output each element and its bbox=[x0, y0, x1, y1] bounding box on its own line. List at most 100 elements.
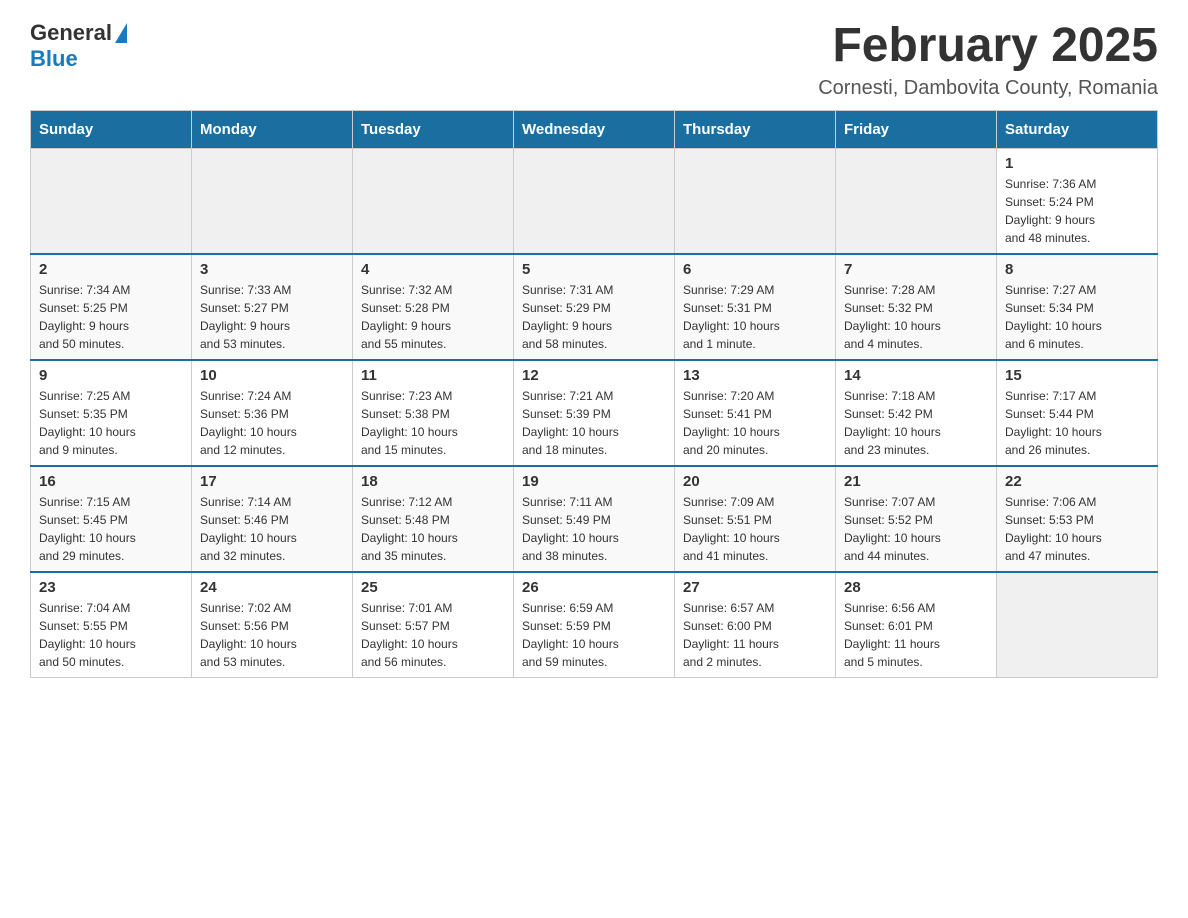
day-number: 21 bbox=[844, 473, 988, 490]
day-number: 10 bbox=[200, 367, 344, 384]
calendar-cell: 10 Sunrise: 7:24 AM Sunset: 5:36 PM Dayli… bbox=[192, 360, 353, 466]
day-info: Sunrise: 7:15 AM Sunset: 5:45 PM Dayligh… bbox=[39, 493, 183, 565]
day-info: Sunrise: 7:14 AM Sunset: 5:46 PM Dayligh… bbox=[200, 493, 344, 565]
day-info: Sunrise: 7:12 AM Sunset: 5:48 PM Dayligh… bbox=[361, 493, 505, 565]
day-of-week-header: Tuesday bbox=[353, 110, 514, 148]
day-info: Sunrise: 7:31 AM Sunset: 5:29 PM Dayligh… bbox=[522, 281, 666, 353]
day-number: 20 bbox=[683, 473, 827, 490]
calendar-cell: 24 Sunrise: 7:02 AM Sunset: 5:56 PM Dayli… bbox=[192, 572, 353, 678]
day-number: 9 bbox=[39, 367, 183, 384]
calendar-cell: 13 Sunrise: 7:20 AM Sunset: 5:41 PM Dayli… bbox=[675, 360, 836, 466]
day-info: Sunrise: 6:57 AM Sunset: 6:00 PM Dayligh… bbox=[683, 599, 827, 671]
day-info: Sunrise: 7:28 AM Sunset: 5:32 PM Dayligh… bbox=[844, 281, 988, 353]
day-info: Sunrise: 7:18 AM Sunset: 5:42 PM Dayligh… bbox=[844, 387, 988, 459]
day-info: Sunrise: 7:32 AM Sunset: 5:28 PM Dayligh… bbox=[361, 281, 505, 353]
day-number: 13 bbox=[683, 367, 827, 384]
day-info: Sunrise: 7:07 AM Sunset: 5:52 PM Dayligh… bbox=[844, 493, 988, 565]
day-number: 22 bbox=[1005, 473, 1149, 490]
day-of-week-header: Friday bbox=[836, 110, 997, 148]
day-number: 24 bbox=[200, 579, 344, 596]
day-number: 4 bbox=[361, 261, 505, 278]
calendar-cell: 22Sunrise: 7:06 AM Sunset: 5:53 PM Dayli… bbox=[997, 466, 1158, 572]
calendar-cell: 7 Sunrise: 7:28 AM Sunset: 5:32 PM Daylig… bbox=[836, 254, 997, 360]
day-number: 3 bbox=[200, 261, 344, 278]
day-number: 19 bbox=[522, 473, 666, 490]
calendar-week-row: 16Sunrise: 7:15 AM Sunset: 5:45 PM Dayli… bbox=[31, 466, 1158, 572]
calendar-cell: 4 Sunrise: 7:32 AM Sunset: 5:28 PM Daylig… bbox=[353, 254, 514, 360]
day-number: 27 bbox=[683, 579, 827, 596]
day-info: Sunrise: 7:27 AM Sunset: 5:34 PM Dayligh… bbox=[1005, 281, 1149, 353]
day-info: Sunrise: 7:25 AM Sunset: 5:35 PM Dayligh… bbox=[39, 387, 183, 459]
calendar-cell: 16Sunrise: 7:15 AM Sunset: 5:45 PM Dayli… bbox=[31, 466, 192, 572]
calendar-cell: 1 Sunrise: 7:36 AM Sunset: 5:24 PM Daylig… bbox=[997, 148, 1158, 254]
day-info: Sunrise: 7:33 AM Sunset: 5:27 PM Dayligh… bbox=[200, 281, 344, 353]
day-info: Sunrise: 7:36 AM Sunset: 5:24 PM Dayligh… bbox=[1005, 175, 1149, 247]
calendar-cell bbox=[675, 148, 836, 254]
day-number: 7 bbox=[844, 261, 988, 278]
day-number: 8 bbox=[1005, 261, 1149, 278]
logo-blue-text: Blue bbox=[30, 46, 78, 71]
calendar-cell bbox=[836, 148, 997, 254]
day-of-week-header: Monday bbox=[192, 110, 353, 148]
calendar-cell: 26 Sunrise: 6:59 AM Sunset: 5:59 PM Dayli… bbox=[514, 572, 675, 678]
day-number: 23 bbox=[39, 579, 183, 596]
calendar-cell bbox=[514, 148, 675, 254]
day-info: Sunrise: 7:21 AM Sunset: 5:39 PM Dayligh… bbox=[522, 387, 666, 459]
calendar-cell bbox=[997, 572, 1158, 678]
day-info: Sunrise: 7:11 AM Sunset: 5:49 PM Dayligh… bbox=[522, 493, 666, 565]
calendar-cell bbox=[31, 148, 192, 254]
calendar-subtitle: Cornesti, Dambovita County, Romania bbox=[818, 77, 1158, 100]
logo: General Blue bbox=[30, 20, 127, 72]
day-of-week-header: Saturday bbox=[997, 110, 1158, 148]
calendar-cell: 19 Sunrise: 7:11 AM Sunset: 5:49 PM Dayli… bbox=[514, 466, 675, 572]
calendar-cell bbox=[353, 148, 514, 254]
day-number: 5 bbox=[522, 261, 666, 278]
day-number: 1 bbox=[1005, 155, 1149, 172]
day-number: 17 bbox=[200, 473, 344, 490]
day-of-week-header: Sunday bbox=[31, 110, 192, 148]
calendar-cell bbox=[192, 148, 353, 254]
page-header: General Blue February 2025 Cornesti, Dam… bbox=[30, 20, 1158, 100]
day-info: Sunrise: 7:34 AM Sunset: 5:25 PM Dayligh… bbox=[39, 281, 183, 353]
day-info: Sunrise: 7:20 AM Sunset: 5:41 PM Dayligh… bbox=[683, 387, 827, 459]
logo-general-text: General bbox=[30, 20, 112, 46]
calendar-title: February 2025 bbox=[818, 20, 1158, 73]
day-number: 12 bbox=[522, 367, 666, 384]
day-number: 26 bbox=[522, 579, 666, 596]
day-number: 14 bbox=[844, 367, 988, 384]
day-info: Sunrise: 7:02 AM Sunset: 5:56 PM Dayligh… bbox=[200, 599, 344, 671]
header-row: SundayMondayTuesdayWednesdayThursdayFrid… bbox=[31, 110, 1158, 148]
day-info: Sunrise: 7:04 AM Sunset: 5:55 PM Dayligh… bbox=[39, 599, 183, 671]
day-info: Sunrise: 7:29 AM Sunset: 5:31 PM Dayligh… bbox=[683, 281, 827, 353]
calendar-week-row: 23 Sunrise: 7:04 AM Sunset: 5:55 PM Dayli… bbox=[31, 572, 1158, 678]
day-number: 6 bbox=[683, 261, 827, 278]
calendar-cell: 20Sunrise: 7:09 AM Sunset: 5:51 PM Dayli… bbox=[675, 466, 836, 572]
calendar-cell: 18 Sunrise: 7:12 AM Sunset: 5:48 PM Dayli… bbox=[353, 466, 514, 572]
calendar-cell: 15Sunrise: 7:17 AM Sunset: 5:44 PM Dayli… bbox=[997, 360, 1158, 466]
calendar-cell: 14 Sunrise: 7:18 AM Sunset: 5:42 PM Dayli… bbox=[836, 360, 997, 466]
calendar-cell: 28Sunrise: 6:56 AM Sunset: 6:01 PM Dayli… bbox=[836, 572, 997, 678]
day-number: 18 bbox=[361, 473, 505, 490]
calendar-cell: 2 Sunrise: 7:34 AM Sunset: 5:25 PM Daylig… bbox=[31, 254, 192, 360]
calendar-cell: 21 Sunrise: 7:07 AM Sunset: 5:52 PM Dayli… bbox=[836, 466, 997, 572]
day-number: 25 bbox=[361, 579, 505, 596]
calendar-cell: 23 Sunrise: 7:04 AM Sunset: 5:55 PM Dayli… bbox=[31, 572, 192, 678]
day-info: Sunrise: 6:59 AM Sunset: 5:59 PM Dayligh… bbox=[522, 599, 666, 671]
day-info: Sunrise: 7:24 AM Sunset: 5:36 PM Dayligh… bbox=[200, 387, 344, 459]
calendar-cell: 17 Sunrise: 7:14 AM Sunset: 5:46 PM Dayli… bbox=[192, 466, 353, 572]
day-number: 11 bbox=[361, 367, 505, 384]
day-info: Sunrise: 7:23 AM Sunset: 5:38 PM Dayligh… bbox=[361, 387, 505, 459]
calendar-cell: 9 Sunrise: 7:25 AM Sunset: 5:35 PM Daylig… bbox=[31, 360, 192, 466]
calendar-cell: 6 Sunrise: 7:29 AM Sunset: 5:31 PM Daylig… bbox=[675, 254, 836, 360]
day-number: 15 bbox=[1005, 367, 1149, 384]
calendar-cell: 8 Sunrise: 7:27 AM Sunset: 5:34 PM Daylig… bbox=[997, 254, 1158, 360]
calendar-cell: 3 Sunrise: 7:33 AM Sunset: 5:27 PM Daylig… bbox=[192, 254, 353, 360]
calendar-cell: 12 Sunrise: 7:21 AM Sunset: 5:39 PM Dayli… bbox=[514, 360, 675, 466]
day-number: 2 bbox=[39, 261, 183, 278]
calendar-table: SundayMondayTuesdayWednesdayThursdayFrid… bbox=[30, 110, 1158, 678]
calendar-week-row: 1 Sunrise: 7:36 AM Sunset: 5:24 PM Daylig… bbox=[31, 148, 1158, 254]
day-of-week-header: Thursday bbox=[675, 110, 836, 148]
day-number: 28 bbox=[844, 579, 988, 596]
day-of-week-header: Wednesday bbox=[514, 110, 675, 148]
day-info: Sunrise: 7:01 AM Sunset: 5:57 PM Dayligh… bbox=[361, 599, 505, 671]
